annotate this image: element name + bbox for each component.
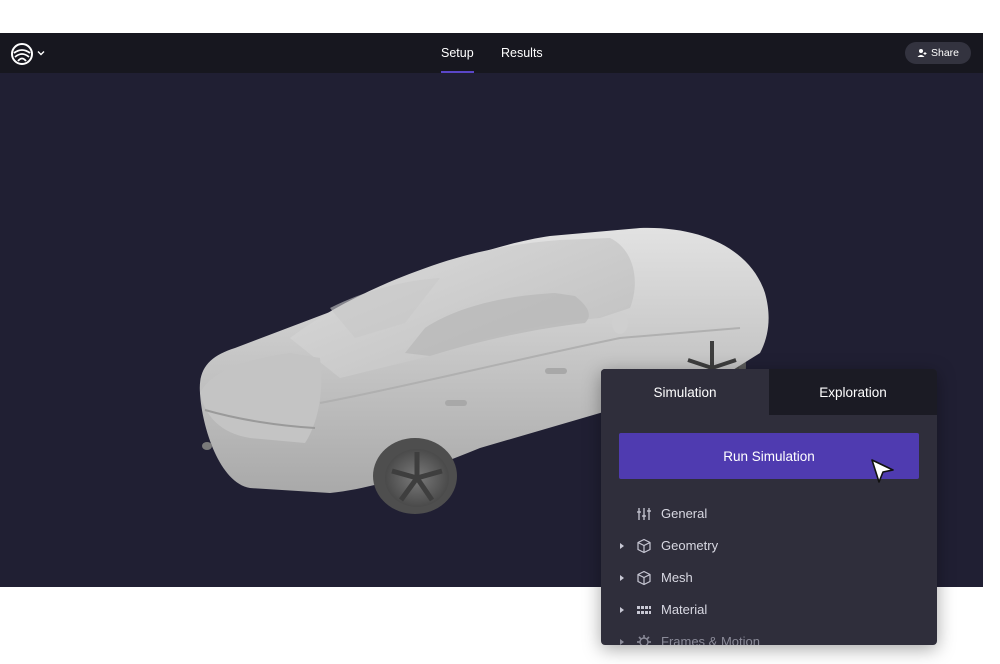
- panel-item-label: General: [661, 506, 708, 521]
- caret-right-icon[interactable]: [618, 574, 626, 582]
- cube-icon: [637, 570, 651, 586]
- app-logo-icon[interactable]: [10, 42, 34, 66]
- share-button[interactable]: Share: [905, 42, 971, 64]
- gear-icon: [637, 635, 651, 645]
- panel-item-material[interactable]: Material: [601, 595, 937, 625]
- panel-item-label: Material: [661, 602, 708, 617]
- panel-item-mesh[interactable]: Mesh: [601, 563, 937, 593]
- user-add-icon: [917, 49, 927, 57]
- simulation-panel: Simulation Exploration Run Simulation Ge…: [601, 369, 937, 645]
- panel-item-label: Mesh: [661, 570, 693, 585]
- tab-simulation[interactable]: Simulation: [601, 369, 769, 415]
- caret-right-icon[interactable]: [618, 542, 626, 550]
- share-label: Share: [930, 47, 960, 59]
- panel-item-geometry[interactable]: Geometry: [601, 531, 937, 561]
- panel-item-label: Frames & Motion: [661, 634, 760, 645]
- chevron-down-icon[interactable]: [36, 48, 46, 58]
- caret-right-icon[interactable]: [618, 606, 626, 614]
- panel-item-frames-motion[interactable]: Frames & Motion: [601, 627, 937, 645]
- caret-right-icon[interactable]: [618, 638, 626, 645]
- tab-exploration[interactable]: Exploration: [769, 369, 937, 415]
- active-tab-indicator: [441, 71, 474, 73]
- panel-item-general[interactable]: General: [601, 499, 937, 529]
- top-bar: Setup Results Share: [0, 33, 983, 73]
- panel-item-label: Geometry: [661, 538, 719, 553]
- panel-tabs: Simulation Exploration: [601, 369, 937, 415]
- mouse-cursor-icon: [871, 459, 894, 483]
- cube-icon: [637, 538, 651, 554]
- sliders-icon: [637, 508, 651, 520]
- grid-icon: [637, 606, 651, 614]
- tab-setup[interactable]: Setup: [441, 46, 474, 60]
- tab-results[interactable]: Results: [501, 46, 543, 60]
